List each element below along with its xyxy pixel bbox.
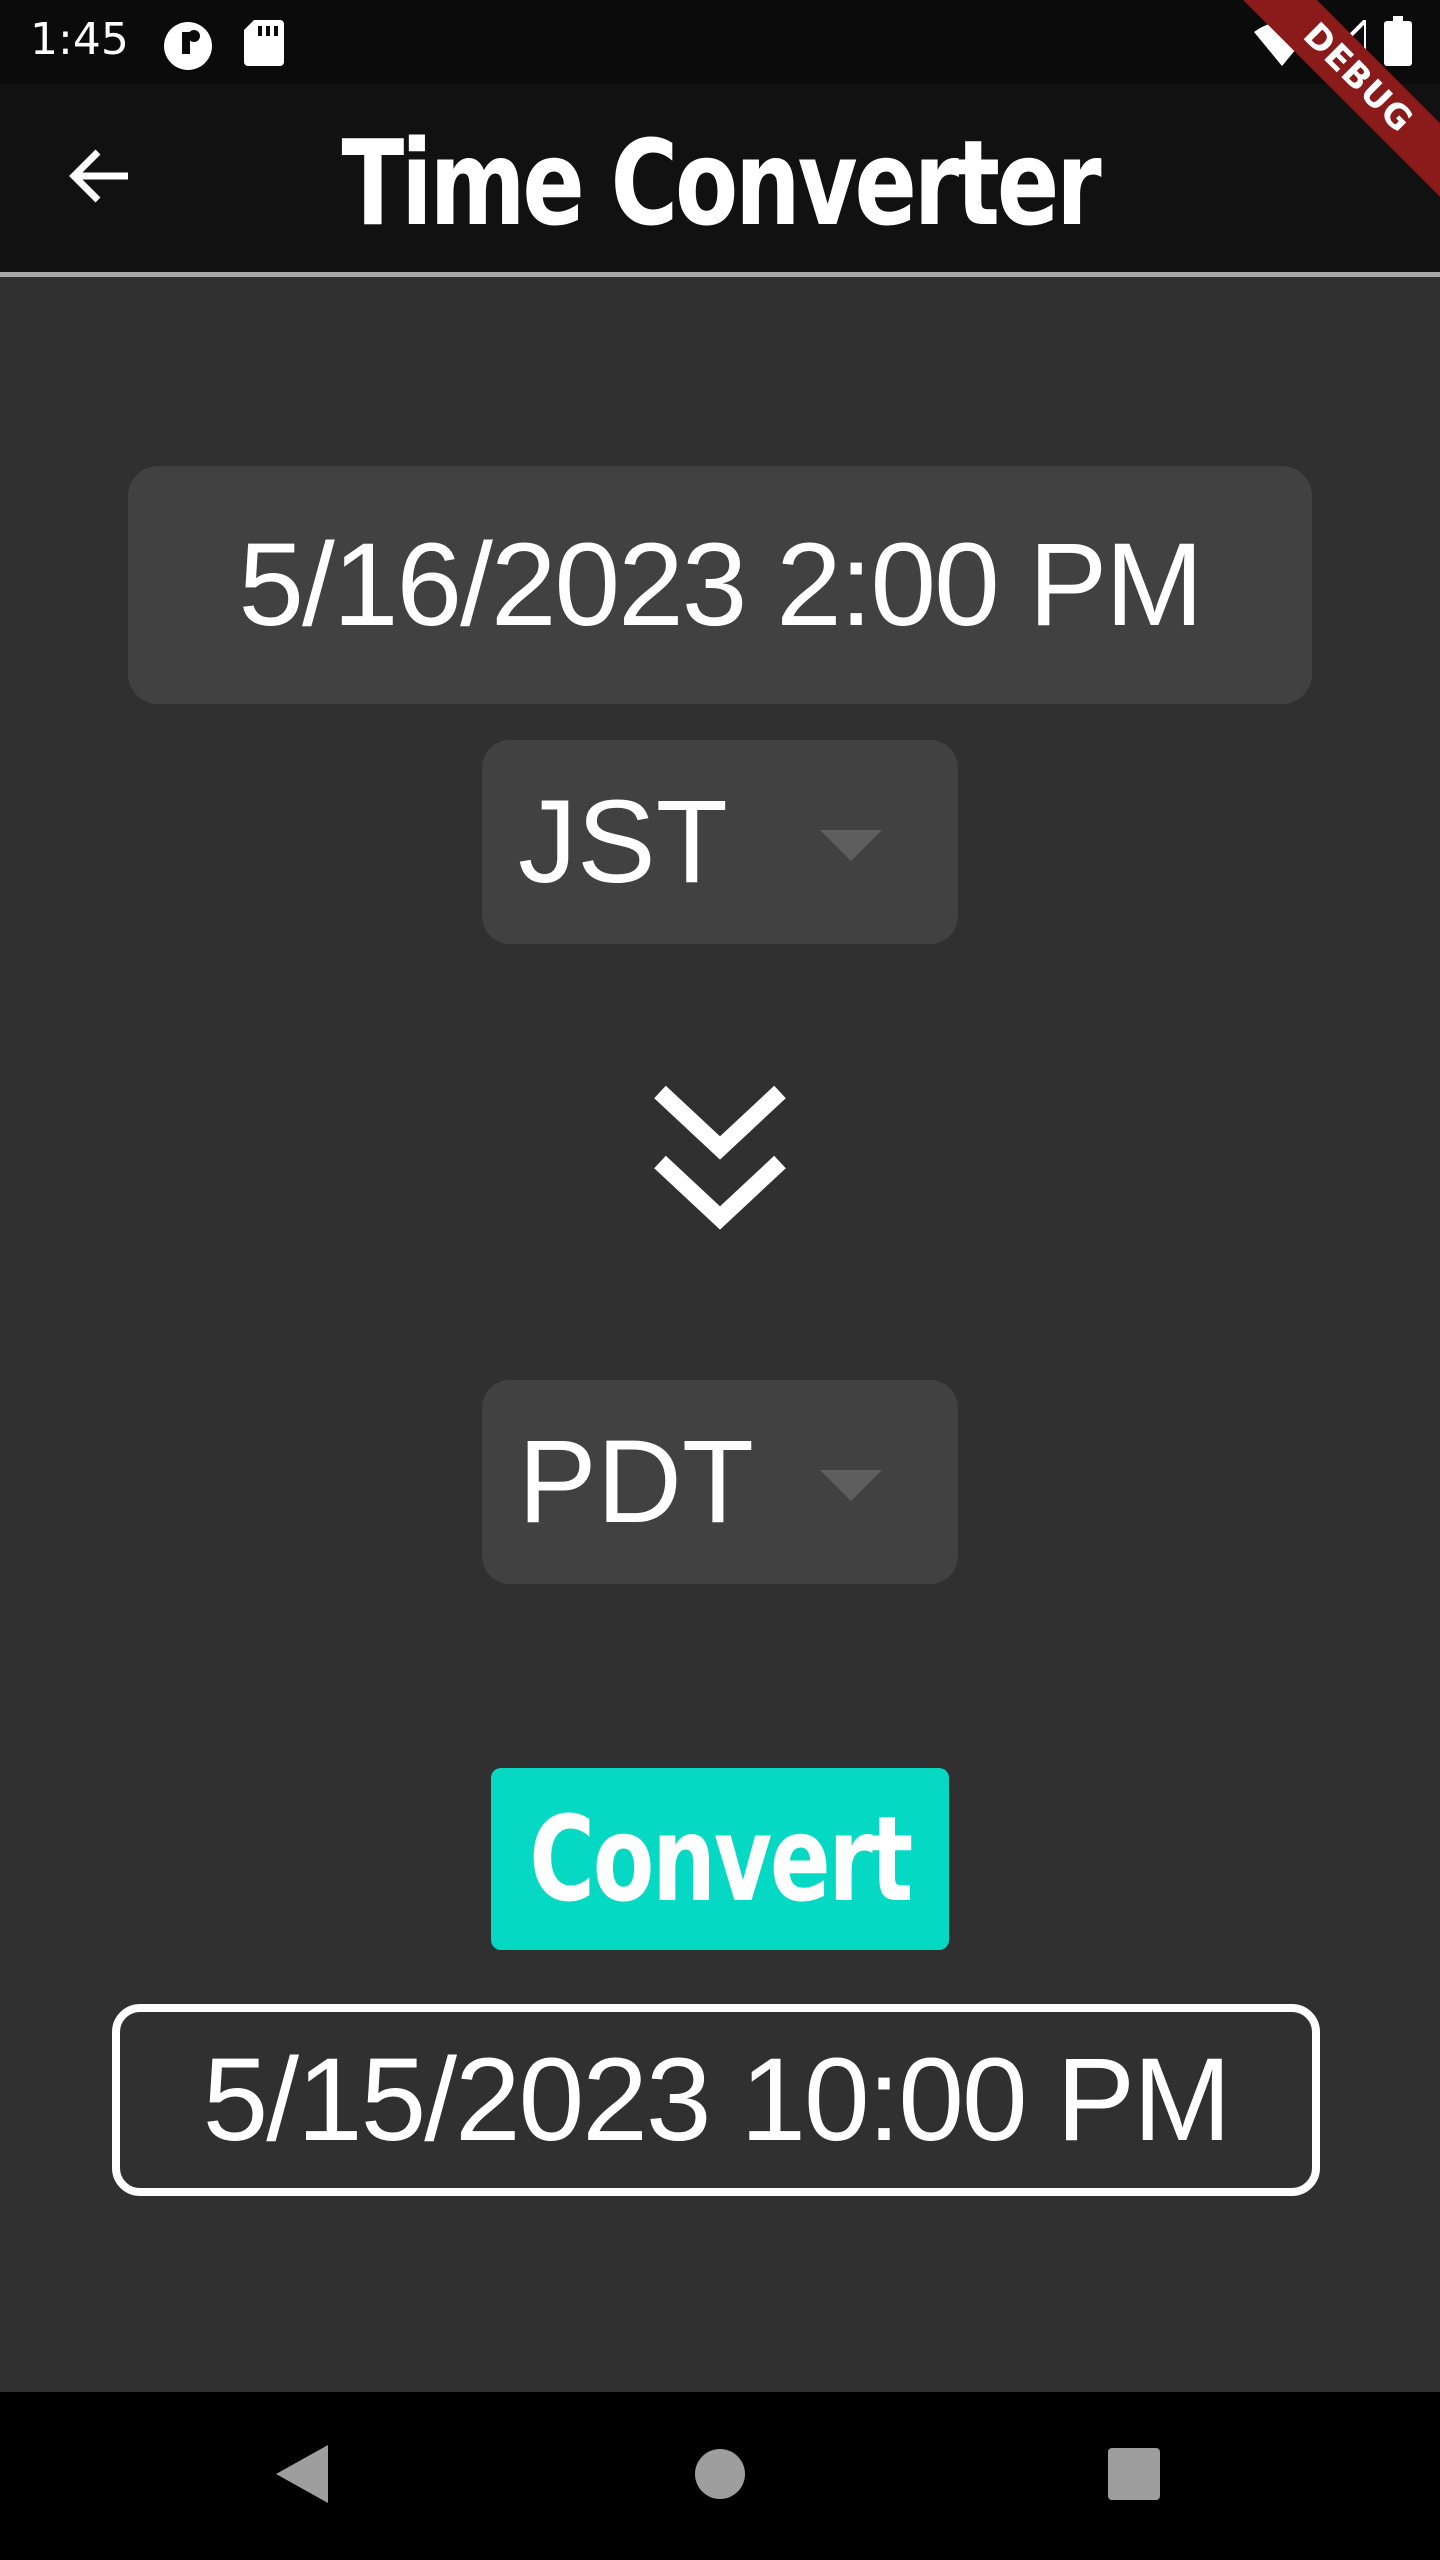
convert-button-label: Convert bbox=[529, 1790, 913, 1928]
home-circle-icon bbox=[694, 2448, 746, 2504]
convert-button[interactable]: Convert bbox=[491, 1768, 949, 1950]
from-timezone-value: JST bbox=[518, 776, 728, 908]
nav-recents-button[interactable] bbox=[1064, 2392, 1204, 2560]
caret-down-icon bbox=[820, 1470, 882, 1501]
result-output: 5/15/2023 10:00 PM bbox=[112, 2004, 1320, 2196]
arrow-left-icon bbox=[68, 148, 132, 208]
page-title: Time Converter bbox=[341, 114, 1102, 252]
double-chevron-down-icon bbox=[650, 1080, 790, 1240]
to-timezone-value: PDT bbox=[518, 1416, 754, 1548]
from-timezone-dropdown[interactable]: JST bbox=[482, 740, 958, 944]
to-timezone-dropdown[interactable]: PDT bbox=[482, 1380, 958, 1584]
debug-banner: DEBUG bbox=[1220, 0, 1440, 220]
sd-card-icon bbox=[244, 20, 284, 70]
caret-down-icon bbox=[820, 830, 882, 861]
debug-label: DEBUG bbox=[1226, 0, 1440, 210]
result-output-value: 5/15/2023 10:00 PM bbox=[202, 2034, 1232, 2166]
nav-back-button[interactable] bbox=[232, 2392, 372, 2560]
datetime-input-value: 5/16/2023 2:00 PM bbox=[238, 519, 1203, 651]
recents-square-icon bbox=[1107, 2447, 1161, 2505]
nav-home-button[interactable] bbox=[650, 2392, 790, 2560]
system-nav-bar bbox=[0, 2392, 1440, 2560]
notification-icon bbox=[162, 20, 214, 76]
datetime-input[interactable]: 5/16/2023 2:00 PM bbox=[128, 466, 1312, 704]
back-button[interactable] bbox=[50, 128, 150, 228]
back-triangle-icon bbox=[274, 2443, 330, 2509]
status-time: 1:45 bbox=[30, 14, 129, 65]
app-bar-divider bbox=[0, 272, 1440, 277]
screen: 1:45 Time Converter DEBUG 5/16/2023 2:00… bbox=[0, 0, 1440, 2560]
